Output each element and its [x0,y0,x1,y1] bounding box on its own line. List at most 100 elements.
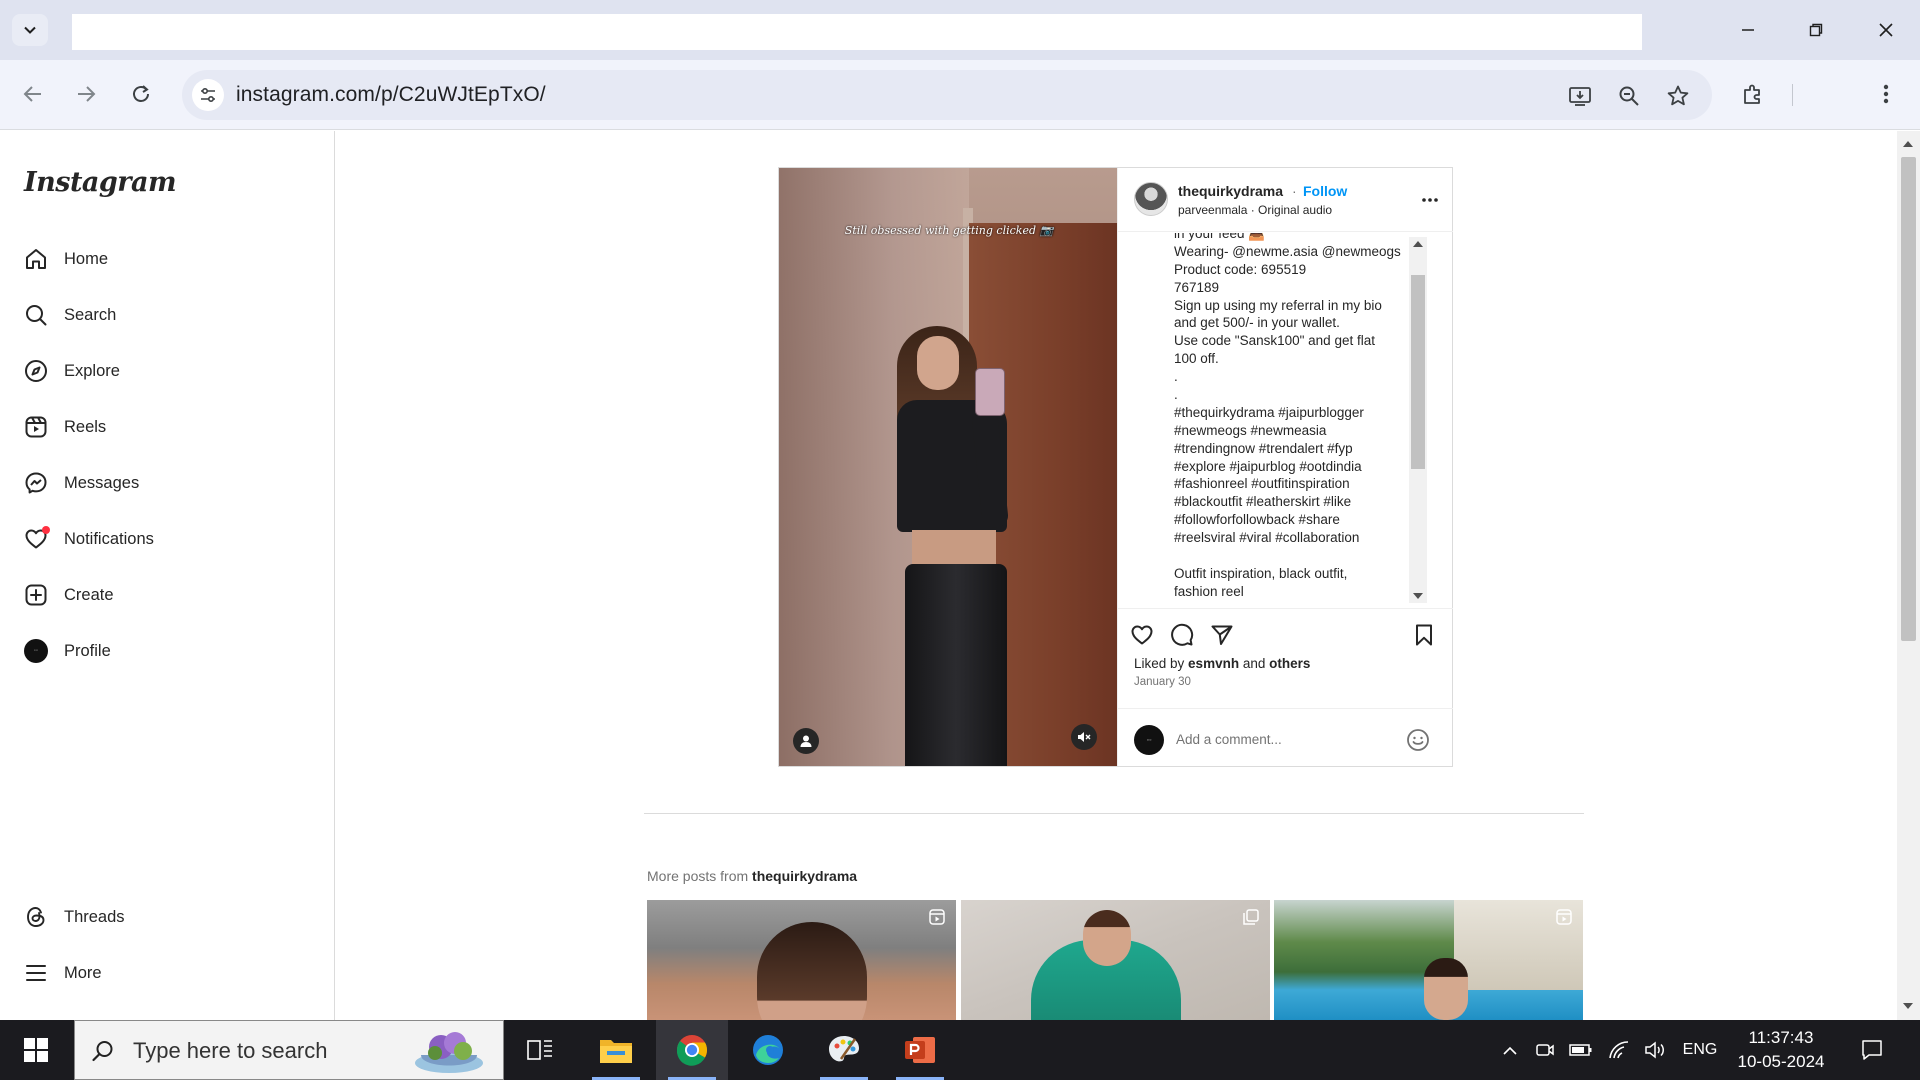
nav-notifications[interactable]: Notifications [12,516,312,562]
powerpoint-taskbar-button[interactable] [884,1020,956,1080]
search-icon [23,302,49,328]
more-post-thumbnail[interactable] [961,900,1270,1020]
save-button[interactable] [1410,621,1438,649]
liked-by-others[interactable]: others [1269,656,1310,671]
input-language[interactable]: ENG [1676,1020,1724,1080]
nav-profile[interactable]: ◦◦ Profile [12,628,312,674]
nav-search[interactable]: Search [12,292,312,338]
nav-more[interactable]: More [12,950,312,996]
post-options-button[interactable] [1418,188,1442,212]
caption-line: . [1174,369,1178,385]
reel-badge-icon [928,908,946,926]
action-center-icon [1862,1040,1882,1060]
network-status[interactable] [1604,1020,1634,1080]
post-header: thequirkydrama · Follow parveenmala · Or… [1118,168,1453,232]
file-explorer-button[interactable] [580,1020,652,1080]
carousel-badge-icon [1242,908,1260,926]
browser-tab[interactable] [72,14,1642,50]
minimize-button[interactable] [1728,12,1768,48]
install-app-button[interactable] [1566,82,1594,110]
more-post-thumbnail[interactable] [647,900,956,1020]
battery-icon [1569,1044,1592,1056]
page-scroll-down-icon[interactable] [1903,1003,1913,1009]
share-button[interactable] [1208,621,1236,649]
url-text[interactable]: instagram.com/p/C2uWJtEpTxO/ [236,83,546,107]
post-video[interactable]: Still obsessed with getting clicked 📷 [779,168,1117,766]
site-info-button[interactable] [192,79,224,111]
more-posts-username[interactable]: thequirkydrama [752,868,857,884]
back-button[interactable] [15,76,51,112]
volume-control[interactable] [1640,1020,1670,1080]
caption-line: Use code "Sansk100" and get flat [1174,333,1375,349]
scroll-down-arrow-icon[interactable] [1413,593,1423,599]
battery-status[interactable] [1566,1020,1596,1080]
mute-button[interactable] [1071,724,1097,750]
author-avatar[interactable] [1134,182,1168,216]
close-window-button[interactable] [1866,12,1906,48]
caption-scrollbar-thumb[interactable] [1411,275,1425,469]
video-overlay-caption: Still obsessed with getting clicked 📷 [844,224,1054,237]
show-hidden-icons-button[interactable] [1496,1020,1524,1080]
nav-home[interactable]: Home [12,236,312,282]
scroll-up-arrow-icon[interactable] [1413,241,1423,247]
caption-line: #explore #jaipurblog #ootdindia [1174,458,1362,474]
thumbnail-figure [1424,958,1468,1020]
meet-now-button[interactable] [1530,1020,1560,1080]
comment-button[interactable] [1168,621,1196,649]
paint-taskbar-button[interactable] [808,1020,880,1080]
taskbar-search-box[interactable]: Type here to search [74,1020,504,1080]
nav-reels-label: Reels [64,417,107,436]
caption-line: #reelsviral #viral #collaboration [1174,530,1360,546]
audio-subtitle[interactable]: parveenmala · Original audio [1178,203,1332,217]
like-button[interactable] [1128,621,1156,649]
search-icon [89,1037,117,1065]
compass-icon [23,358,49,384]
zoom-button[interactable] [1615,82,1643,110]
edge-taskbar-button[interactable] [732,1020,804,1080]
browser-menu-button[interactable] [1870,78,1902,110]
nav-threads[interactable]: Threads [12,894,312,940]
page-scroll-up-icon[interactable] [1903,141,1913,147]
more-post-thumbnail[interactable] [1274,900,1583,1020]
caption-scroll-area[interactable]: in your feed 📤 Wearing- @newme.asia @newm… [1118,233,1453,607]
nav-explore[interactable]: Explore [12,348,312,394]
post-details: thequirkydrama · Follow parveenmala · Or… [1117,168,1453,766]
camera-icon [1536,1044,1554,1056]
post-card: Still obsessed with getting clicked 📷 th… [778,167,1453,767]
reload-button[interactable] [123,76,159,112]
bookmark-star-button[interactable] [1664,82,1692,110]
page-scrollbar[interactable] [1897,131,1920,1020]
nav-messages[interactable]: Messages [12,460,312,506]
extensions-button[interactable] [1737,78,1769,110]
nav-reels[interactable]: Reels [12,404,312,450]
tagged-users-button[interactable] [793,728,819,754]
chrome-taskbar-button[interactable] [656,1020,728,1080]
liked-by-user[interactable]: esmvnh [1188,656,1239,671]
caption-scrollbar[interactable] [1409,237,1427,603]
tab-search-dropdown[interactable] [12,14,48,46]
follow-button[interactable]: Follow [1303,183,1347,199]
nav-home-label: Home [64,249,109,268]
forward-button[interactable] [68,76,104,112]
instagram-logo[interactable]: Instagram [24,167,177,198]
start-button[interactable] [0,1020,72,1080]
restore-button[interactable] [1796,12,1836,48]
caption-line [1174,547,1424,565]
author-username[interactable]: thequirkydrama [1178,183,1283,199]
nav-create[interactable]: Create [12,572,312,618]
task-view-button[interactable] [504,1020,576,1080]
post-date[interactable]: January 30 [1134,676,1191,688]
more-dots-icon [1422,198,1438,202]
folder-icon [600,1040,632,1063]
notification-center-button[interactable] [1852,1020,1892,1080]
plus-square-icon [23,582,49,608]
page-scrollbar-thumb[interactable] [1901,157,1916,641]
comment-input[interactable] [1176,725,1396,753]
powerpoint-icon [905,1037,935,1063]
emoji-button[interactable] [1404,726,1432,754]
nav-search-label: Search [64,305,117,324]
nav-notifications-label: Notifications [64,529,154,548]
kebab-menu-icon [1883,84,1889,104]
system-clock[interactable]: 11:37:43 10-05-2024 [1726,1026,1836,1074]
address-bar[interactable]: instagram.com/p/C2uWJtEpTxO/ [182,70,1712,120]
